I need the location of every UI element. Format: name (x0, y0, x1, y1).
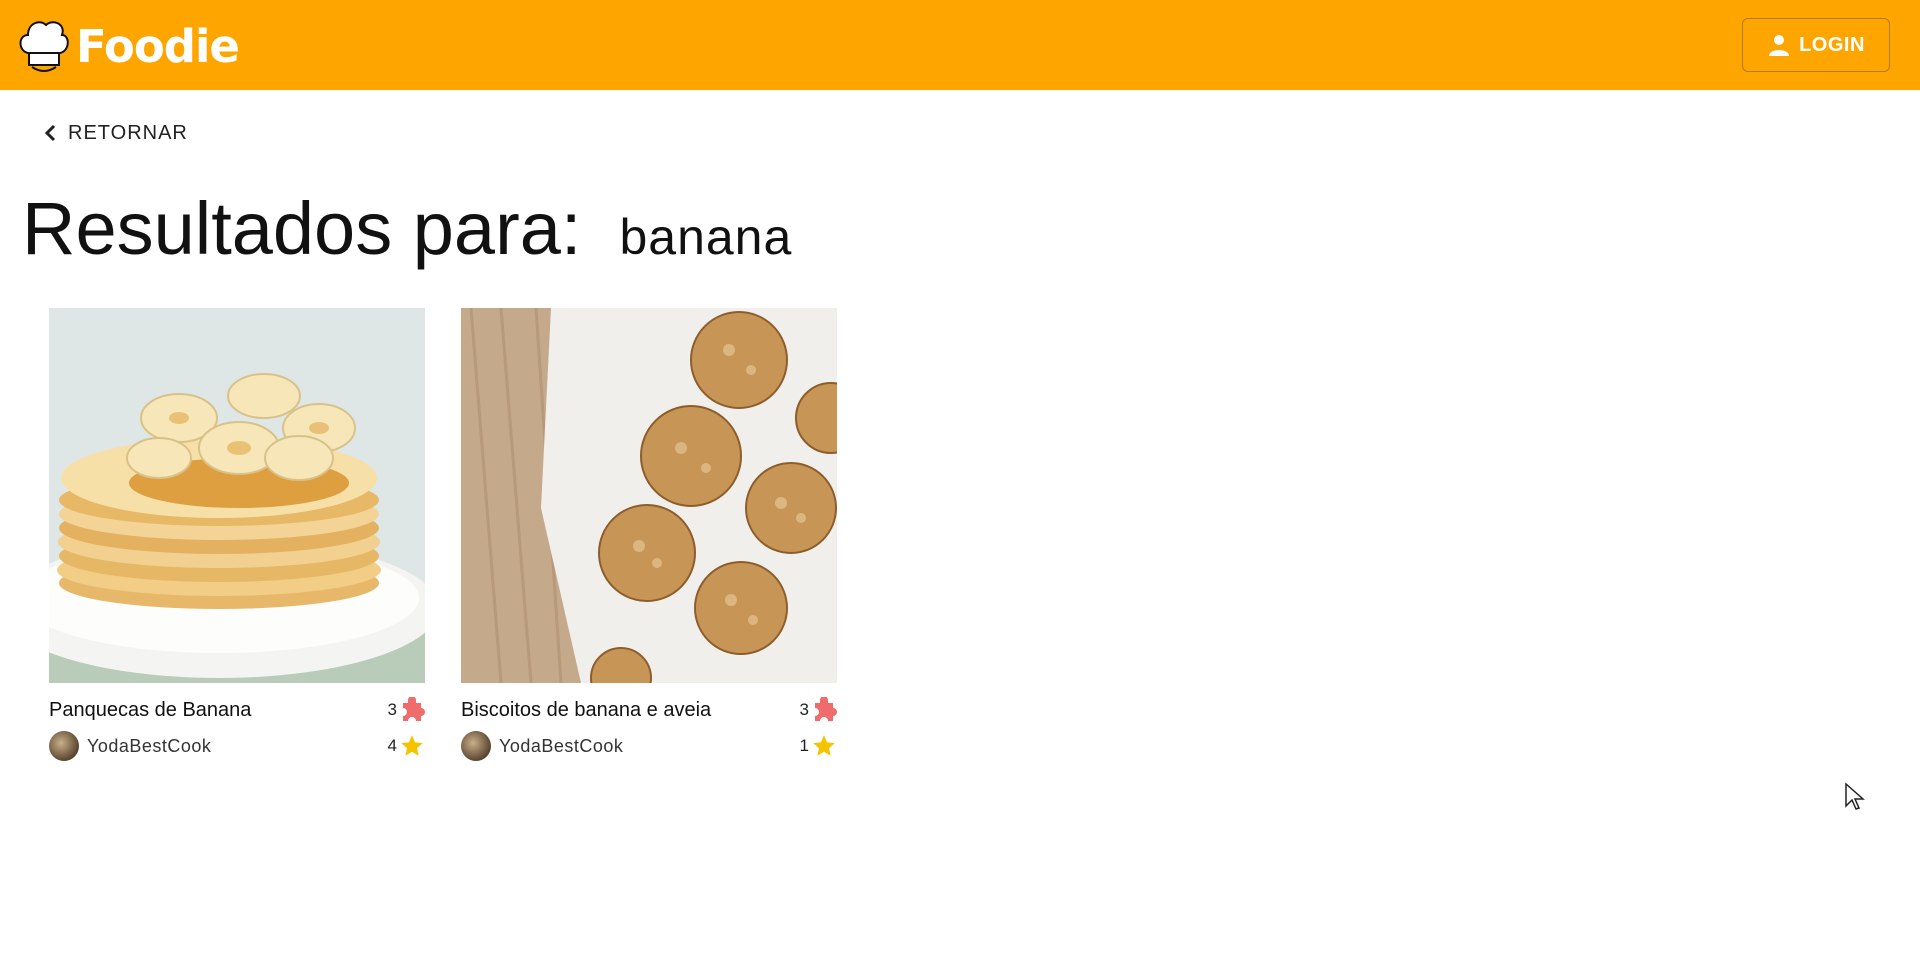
star-icon (813, 735, 835, 756)
recipe-title[interactable]: Biscoitos de banana e aveia (461, 699, 711, 722)
mouse-cursor-icon (1845, 782, 1865, 810)
person-icon (1769, 35, 1790, 56)
recipe-author[interactable]: YodaBestCook (461, 731, 623, 761)
avatar (49, 731, 79, 761)
results-heading: Resultados para: banana (22, 186, 792, 271)
chevron-left-icon (44, 124, 56, 142)
top-app-bar: Foodie LOGIN (0, 0, 1920, 90)
logo-text: Foodie (76, 19, 240, 73)
recipe-card[interactable]: Panquecas de Banana 3 YodaBestCook 4 (49, 308, 425, 761)
puzzle-piece-icon (403, 697, 425, 721)
pieces-stat: 3 (388, 697, 425, 723)
rating-stat: 1 (800, 733, 837, 759)
pieces-stat: 3 (800, 697, 837, 723)
stars-count: 1 (799, 736, 809, 755)
puzzle-piece-icon (815, 697, 837, 721)
recipe-title[interactable]: Panquecas de Banana (49, 699, 251, 722)
chef-hat-icon (19, 21, 69, 72)
recipe-author[interactable]: YodaBestCook (49, 731, 211, 761)
author-name: YodaBestCook (87, 735, 212, 756)
login-button[interactable]: LOGIN (1742, 18, 1890, 72)
results-label: Resultados para: (22, 187, 582, 270)
back-button[interactable]: RETORNAR (44, 118, 188, 148)
avatar (461, 731, 491, 761)
recipe-card[interactable]: Biscoitos de banana e aveia 3 YodaBestCo… (461, 308, 837, 761)
author-name: YodaBestCook (499, 735, 624, 756)
recipe-image[interactable] (49, 308, 425, 683)
search-query: banana (619, 209, 793, 265)
pieces-count: 3 (387, 700, 397, 719)
rating-stat: 4 (388, 733, 425, 759)
stars-count: 4 (387, 736, 397, 755)
logo[interactable]: Foodie (16, 16, 240, 76)
back-label: RETORNAR (68, 121, 188, 144)
recipe-image[interactable] (461, 308, 837, 683)
star-icon (401, 735, 423, 756)
pieces-count: 3 (799, 700, 809, 719)
login-label: LOGIN (1799, 33, 1865, 56)
